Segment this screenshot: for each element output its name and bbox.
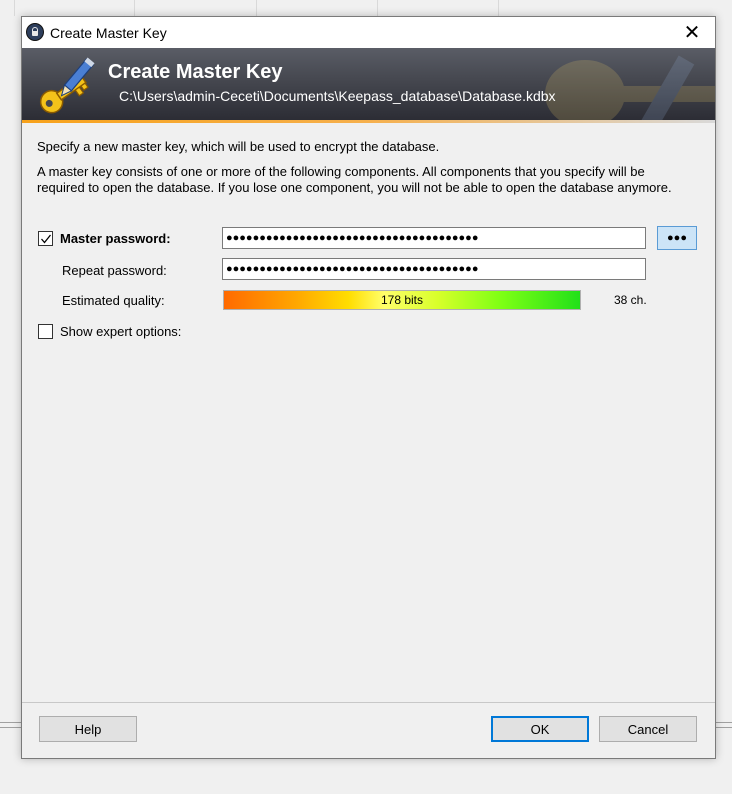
intro-line-3: required to open the database. If you lo… — [37, 180, 672, 195]
bg-divider — [134, 0, 135, 16]
repeat-password-input[interactable]: ●●●●●●●●●●●●●●●●●●●●●●●●●●●●●●●●●●●●●● — [222, 258, 646, 280]
bg-divider — [715, 722, 732, 723]
bg-divider — [377, 0, 378, 16]
create-master-key-dialog: Create Master Key ✕ Create Master Key C:… — [21, 16, 716, 759]
bg-divider — [498, 0, 499, 16]
help-button[interactable]: Help — [39, 716, 137, 742]
show-password-button[interactable]: ●●● — [657, 226, 697, 250]
char-count: 38 ch. — [614, 293, 647, 307]
master-password-label: Master password: — [60, 231, 171, 246]
close-button[interactable]: ✕ — [669, 17, 715, 48]
divider — [22, 702, 715, 703]
quality-bits: 178 bits — [380, 293, 424, 307]
banner-title: Create Master Key — [108, 61, 283, 83]
cancel-button[interactable]: Cancel — [599, 716, 697, 742]
key-pen-icon — [39, 57, 95, 114]
window-title: Create Master Key — [50, 25, 167, 41]
intro-line-1: Specify a new master key, which will be … — [37, 139, 440, 154]
bg-divider — [0, 727, 21, 728]
title-bar[interactable]: Create Master Key ✕ — [22, 17, 715, 48]
banner-accent-line — [22, 120, 715, 123]
key-watermark-icon — [545, 55, 715, 120]
bg-divider — [715, 727, 732, 728]
quality-bar: 178 bits — [223, 290, 581, 310]
intro-line-2: A master key consists of one or more of … — [37, 164, 645, 179]
master-password-checkbox[interactable] — [38, 231, 53, 246]
lock-icon — [26, 23, 44, 41]
master-password-input[interactable]: ●●●●●●●●●●●●●●●●●●●●●●●●●●●●●●●●●●●●●● — [222, 227, 646, 249]
checkmark-icon — [41, 234, 52, 244]
ok-button[interactable]: OK — [491, 716, 589, 742]
database-path: C:\Users\admin-Ceceti\Documents\Keepass_… — [119, 88, 556, 104]
bg-divider — [0, 722, 21, 723]
expert-options-label: Show expert options: — [60, 324, 182, 339]
repeat-password-label: Repeat password: — [62, 263, 167, 278]
expert-options-checkbox[interactable] — [38, 324, 53, 339]
bg-divider — [14, 0, 15, 16]
bg-divider — [256, 0, 257, 16]
banner: Create Master Key C:\Users\admin-Ceceti\… — [22, 48, 715, 120]
quality-label: Estimated quality: — [62, 293, 165, 308]
